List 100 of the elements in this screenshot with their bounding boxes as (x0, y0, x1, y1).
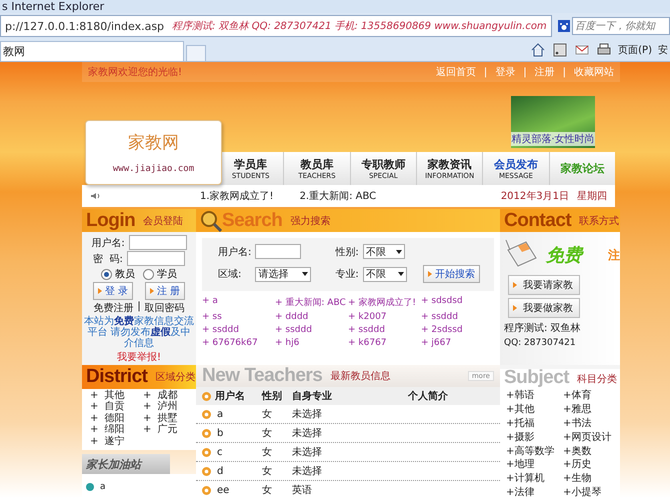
article-link[interactable]: + hj6 (275, 338, 348, 348)
table-cell-text: 未选择 (292, 446, 323, 459)
district-link[interactable]: + 其他 (90, 390, 143, 402)
subject-link[interactable]: +书法 (563, 416, 620, 431)
magnifier-icon (200, 210, 222, 232)
table-cell-text: 女 (262, 408, 273, 421)
column-header: 自身专业 (292, 390, 333, 403)
district-subtitle: 区域分类 (155, 370, 196, 384)
article-link[interactable]: + ssddd (348, 325, 421, 335)
browser-tab[interactable]: 教网 (0, 41, 184, 61)
qq-text: QQ: 287307421 (504, 338, 577, 348)
tester-text: 程序测试: 双鱼林 (504, 322, 582, 335)
bullet-icon (202, 466, 211, 476)
article-link[interactable]: + sdsdsd (421, 296, 494, 309)
safety-menu[interactable]: 安 (658, 43, 668, 57)
article-link[interactable]: + k6767 (348, 338, 421, 348)
subject-link[interactable]: +韩语 (506, 389, 563, 403)
speaker-icon (90, 192, 100, 200)
news-link[interactable]: 1.家教网成立了! (200, 189, 274, 203)
username-label: 用户名: (91, 236, 125, 250)
article-link[interactable]: + 67676k67 (202, 338, 275, 348)
register-button[interactable]: 注 册 (145, 282, 186, 300)
role-radio[interactable]: 学员 (143, 267, 177, 281)
page-menu[interactable]: 页面(P) (618, 43, 652, 57)
contact-subtitle: 联系方式 (579, 214, 620, 228)
district-link[interactable]: + 拱墅 (143, 412, 196, 424)
password-field[interactable] (126, 251, 185, 266)
article-link[interactable]: + a (202, 296, 275, 309)
article-link[interactable]: + 2sdssd (421, 325, 494, 335)
article-link[interactable]: + 家教网成立了! (348, 296, 421, 309)
bullet-icon (202, 486, 211, 494)
column-header: 用户名 (202, 389, 262, 403)
logo-title: 家教网 (128, 132, 179, 154)
district-link[interactable]: + 德阳 (90, 412, 143, 424)
account-link[interactable]: 免费注册 (93, 301, 134, 315)
address-bar[interactable]: p://127.0.0.1:8180/index.asp 程序测试: 双鱼林 QQ: 287307421 手机: 13558690869 www.shuangyulin.com (0, 15, 552, 37)
table-cell[interactable]: a (202, 408, 262, 420)
table-cell[interactable]: ee (202, 484, 262, 496)
table-cell[interactable]: d (202, 466, 262, 476)
bullet-icon (202, 410, 211, 418)
district-link[interactable]: + 绵阳 (90, 424, 143, 436)
subject-link[interactable]: +奥数 (563, 444, 620, 458)
login-button[interactable]: 登 录 (92, 282, 133, 300)
subject-heading: Subject (504, 367, 570, 389)
subject-link[interactable]: +其他 (506, 402, 563, 417)
district-link[interactable]: + 成都 (143, 390, 196, 402)
subject-link[interactable]: +小提琴 (563, 486, 620, 499)
column-header: 个人简介 (407, 390, 449, 403)
search-subtitle: 强力搜索 (290, 214, 330, 228)
article-link[interactable]: + 重大新闻: ABC (275, 296, 348, 309)
contact-button[interactable]: 我要请家教 (508, 275, 580, 295)
username-field[interactable] (128, 235, 187, 250)
subject-link[interactable]: +雅思 (563, 402, 620, 417)
article-link[interactable]: + ss (202, 312, 275, 322)
district-link[interactable]: + 泸州 (143, 401, 196, 413)
table-cell[interactable]: c (202, 446, 262, 458)
subject-subtitle: 科目分类 (577, 372, 618, 386)
subject-link[interactable]: +摄影 (506, 430, 563, 444)
article-link[interactable]: + ssddd (421, 312, 494, 322)
search-field[interactable]: 百度一下，你就知 (572, 17, 670, 35)
district-link[interactable]: + 遂宁 (90, 436, 143, 448)
article-link[interactable]: + k2007 (348, 312, 421, 322)
major-label: 专业: (335, 268, 359, 281)
column-header: 性别 (262, 390, 283, 403)
subject-link[interactable]: +高等数学 (506, 444, 563, 458)
article-link[interactable]: + ssddd (202, 325, 275, 335)
major-select[interactable]: 不限 (362, 266, 407, 282)
account-link[interactable]: 取回密码 (144, 301, 185, 315)
subject-link[interactable]: +法律 (506, 486, 563, 499)
subject-link[interactable]: +体育 (563, 389, 620, 403)
subject-link[interactable]: +托福 (506, 416, 563, 431)
district-link[interactable]: + 自贡 (90, 401, 143, 413)
district-link[interactable]: + 广元 (143, 424, 196, 436)
subject-link[interactable]: +网页设计 (563, 430, 620, 444)
article-link[interactable]: + dddd (275, 312, 348, 322)
subject-link[interactable]: +历史 (563, 458, 620, 472)
search-button[interactable]: 开始搜索 (423, 265, 480, 283)
subject-link[interactable]: +地理 (506, 458, 563, 472)
table-cell-text: 女 (262, 427, 273, 440)
link-separator: | (562, 66, 566, 78)
subject-link[interactable]: +生物 (563, 472, 620, 486)
subject-link[interactable]: +计算机 (506, 472, 563, 486)
link-separator: | (523, 66, 527, 78)
username-field[interactable] (255, 244, 302, 259)
article-link[interactable]: + j667 (421, 338, 494, 348)
report-link[interactable]: 我要举报! (116, 350, 161, 364)
news-link[interactable]: 2.重大新闻: ABC (300, 189, 376, 203)
table-cell-text: 英语 (292, 484, 313, 497)
role-radio[interactable]: 教员 (101, 267, 135, 281)
contact-button[interactable]: 我要做家教 (508, 298, 580, 318)
article-link[interactable]: + ssddd (275, 325, 348, 335)
paw-icon (558, 20, 570, 32)
gender-select[interactable]: 不限 (362, 244, 405, 259)
area-select[interactable]: 请选择 (255, 266, 312, 282)
ad-banner[interactable]: 精灵部落·女性时尚 (511, 96, 595, 148)
contact-heading: Contact (504, 210, 572, 232)
bullet-icon (202, 448, 211, 456)
home-icon[interactable] (530, 42, 546, 58)
logo-card[interactable]: 家教网 www.jiajiao.com (85, 120, 222, 185)
table-cell[interactable]: b (202, 428, 262, 438)
